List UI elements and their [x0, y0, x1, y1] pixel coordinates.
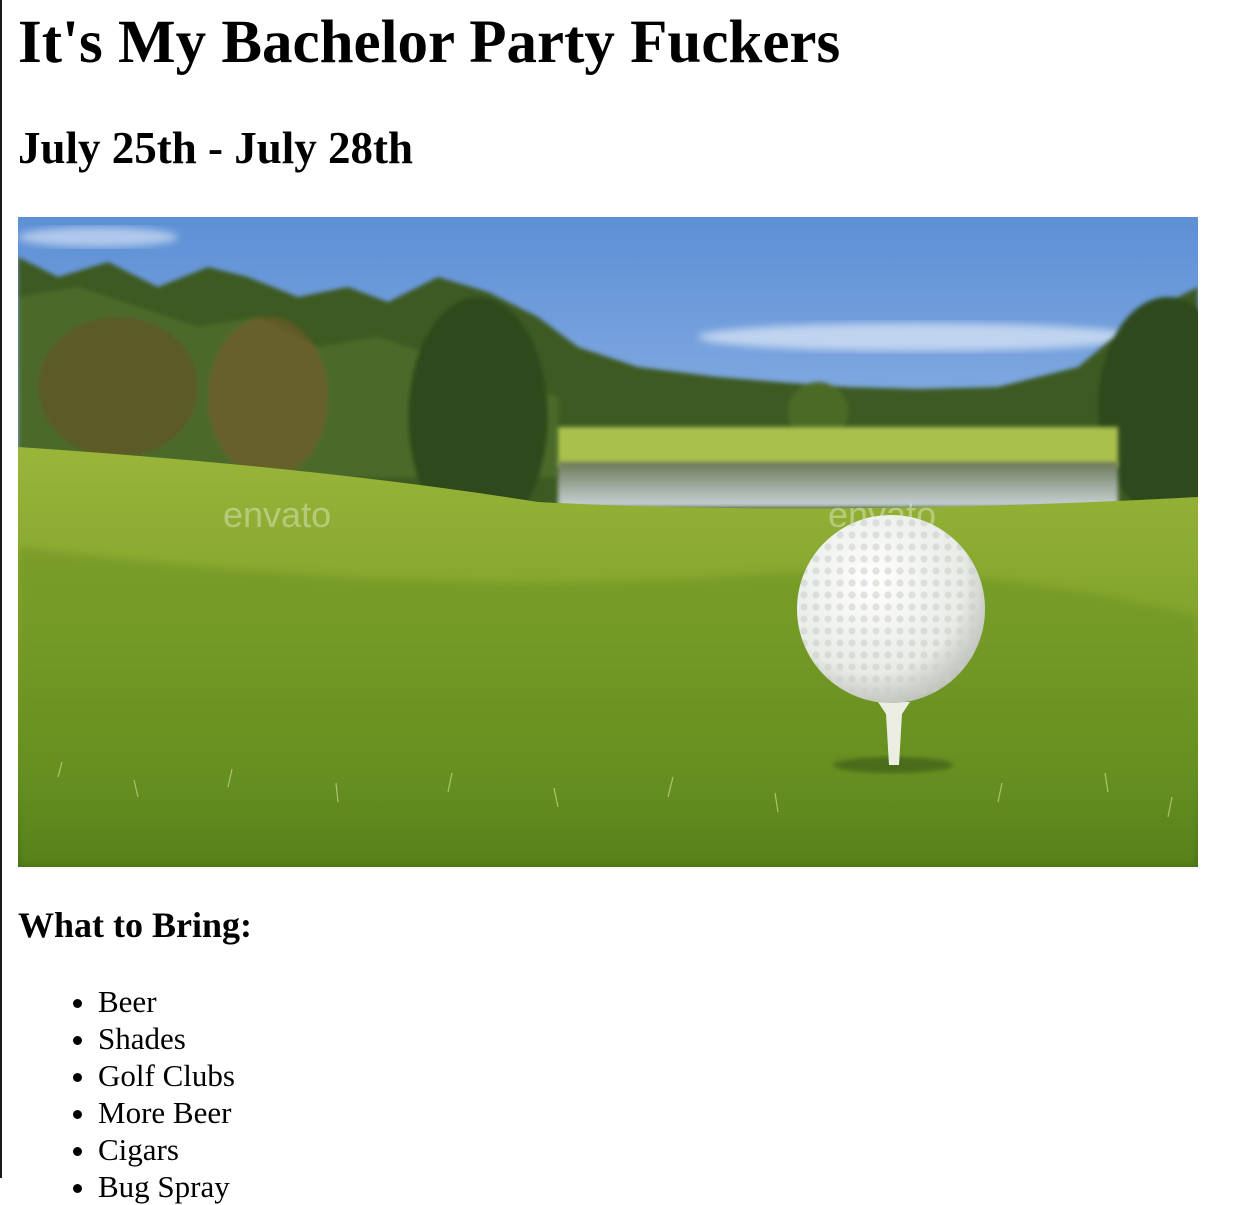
bring-list: Beer Shades Golf Clubs More Beer Cigars …	[18, 983, 235, 1205]
golf-course-hero-image: envato envato	[18, 217, 1198, 867]
what-to-bring-heading: What to Bring:	[18, 905, 252, 945]
window-left-border	[0, 0, 2, 1178]
svg-text:envato: envato	[223, 494, 331, 535]
list-item: More Beer	[98, 1094, 235, 1131]
list-item: Shades	[98, 1020, 235, 1057]
event-dates: July 25th - July 28th	[18, 123, 414, 173]
page-title: It's My Bachelor Party Fuckers	[18, 9, 841, 76]
list-item: Golf Clubs	[98, 1057, 235, 1094]
list-item: Bug Spray	[98, 1168, 235, 1205]
list-item: Beer	[98, 983, 235, 1020]
list-item: Cigars	[98, 1131, 235, 1168]
